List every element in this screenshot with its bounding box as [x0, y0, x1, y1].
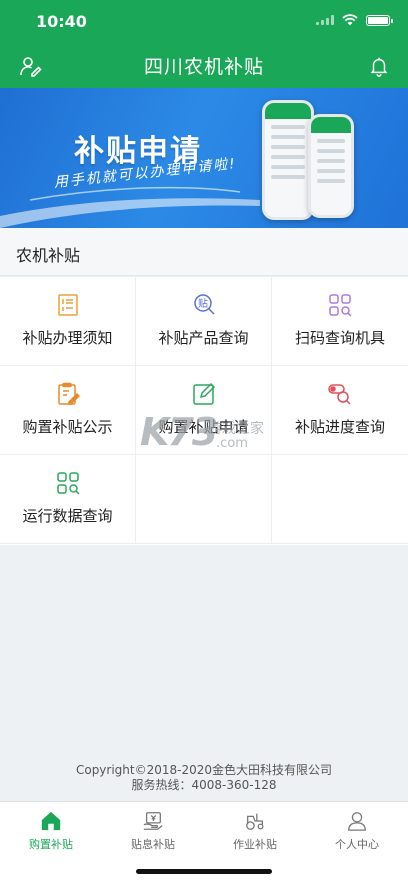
progress-search-icon	[328, 384, 351, 405]
tab-interest-subsidy[interactable]: 贴息补贴	[102, 810, 204, 852]
tab-personal-center[interactable]: 个人中心	[306, 810, 408, 852]
battery-icon	[366, 14, 393, 26]
tractor-icon	[246, 813, 264, 830]
section-header: 农机补贴	[0, 228, 408, 276]
status-icons	[316, 14, 393, 26]
status-time: 10:40	[36, 12, 87, 31]
svg-text:贴: 贴	[198, 297, 208, 310]
section-title: 农机补贴	[16, 246, 81, 265]
person-icon	[348, 812, 366, 831]
copyright-footer: Copyright©2018-2020金色大田科技有限公司 服务热线：4008-…	[0, 763, 408, 793]
grid-item-label: 购置补贴公示	[22, 418, 113, 436]
grid-item-scan-query[interactable]: 扫码查询机具	[272, 277, 408, 366]
bell-icon[interactable]	[368, 55, 390, 77]
tab-purchase-subsidy[interactable]: 购置补贴	[0, 810, 102, 852]
grid-search-icon	[329, 294, 352, 317]
home-indicator[interactable]	[136, 869, 272, 874]
copyright-text: Copyright©2018-2020金色大田科技有限公司	[75, 763, 333, 777]
hotline-text: 服务热线：4008-360-128	[131, 778, 277, 792]
edit-icon	[193, 382, 216, 405]
tag-search-icon: 贴	[194, 294, 215, 315]
grid-item-subsidy-application[interactable]: 购置补贴申请	[136, 366, 272, 455]
grid-empty-cell	[272, 455, 408, 544]
banner-phone-illustration-2	[308, 114, 354, 218]
signal-icon	[316, 15, 334, 25]
tab-label: 作业补贴	[233, 838, 277, 851]
wifi-icon	[342, 14, 358, 26]
tab-label: 购置补贴	[29, 838, 73, 851]
page-title: 四川农机补贴	[143, 56, 264, 78]
service-grid: 补贴办理须知 贴 补贴产品查询 扫码查询机具 购置补贴公示 购置补贴申请 补贴进…	[0, 277, 408, 545]
tab-operation-subsidy[interactable]: 作业补贴	[204, 810, 306, 852]
grid-item-progress-query[interactable]: 补贴进度查询	[272, 366, 408, 455]
grid-item-subsidy-guide[interactable]: 补贴办理须知	[0, 277, 136, 366]
grid-empty-cell	[136, 455, 272, 544]
grid-item-subsidy-announcement[interactable]: 购置补贴公示	[0, 366, 136, 455]
home-icon	[41, 811, 61, 831]
app-header: 10:40 四川农机补贴	[0, 0, 408, 88]
grid-item-label: 购置补贴申请	[158, 418, 249, 436]
clipboard-pen-icon	[58, 382, 80, 405]
banner-phone-illustration	[262, 100, 314, 220]
grid-item-label: 扫码查询机具	[294, 329, 385, 347]
promo-banner[interactable]: 补贴申请 用手机就可以办理申请啦!	[0, 88, 408, 228]
grid-item-label: 运行数据查询	[22, 507, 113, 525]
grid-item-label: 补贴办理须知	[22, 329, 113, 347]
tab-label: 贴息补贴	[131, 838, 175, 851]
grid-item-label: 补贴产品查询	[158, 329, 249, 347]
tab-label: 个人中心	[335, 838, 379, 851]
grid-item-label: 补贴进度查询	[294, 418, 385, 436]
money-transfer-icon	[143, 812, 163, 830]
grid-item-operation-data-query[interactable]: 运行数据查询	[0, 455, 136, 544]
data-search-icon	[57, 472, 80, 495]
grid-item-product-query[interactable]: 贴 补贴产品查询	[136, 277, 272, 366]
document-list-icon	[58, 294, 78, 316]
